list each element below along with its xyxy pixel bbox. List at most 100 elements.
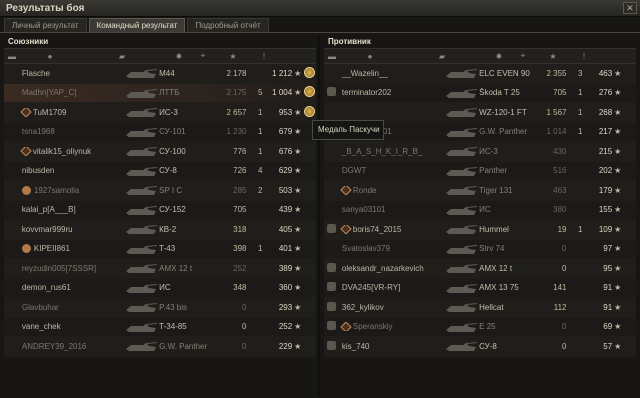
tank-silhouette-icon xyxy=(126,147,158,157)
table-row[interactable]: boris74_2015 Hummel 19 1 109 ★ xyxy=(324,220,636,240)
player-name[interactable]: kis_740 xyxy=(340,342,443,351)
player-name[interactable]: demon_rus61 xyxy=(20,283,123,292)
vehicle-name: ИС-3 xyxy=(159,107,178,117)
table-row[interactable]: demon_rus61 ИС 348 360 ★ xyxy=(4,278,316,298)
tank-silhouette-icon xyxy=(126,303,158,313)
player-name[interactable]: KIPEII861 xyxy=(20,244,123,254)
xp-value: 463 xyxy=(598,68,613,78)
xp-star-icon: ★ xyxy=(294,205,302,215)
player-column-icon[interactable]: ● xyxy=(20,52,80,61)
frags-value: 1 xyxy=(577,107,583,117)
player-name[interactable]: sanya03101 xyxy=(340,205,443,214)
player-name[interactable]: vitalik15_oliynuk xyxy=(20,146,123,156)
medal-cell[interactable] xyxy=(302,105,316,119)
table-row[interactable]: ANDREY39_2016 G.W. Panther 0 229 ★ xyxy=(4,337,316,357)
table-row[interactable]: reyzudin005[7SSSR] AMX 12 t 252 389 ★ xyxy=(4,259,316,279)
table-row[interactable]: TuM1709 ИС-3 2 657 1 953 ★ xyxy=(4,103,316,123)
player-name[interactable]: TuM1709 xyxy=(20,107,123,117)
table-row[interactable]: Ronde Tiger 131 463 179 ★ xyxy=(324,181,636,201)
damage-value: 112 xyxy=(553,302,567,312)
player-column-icon[interactable]: ● xyxy=(340,52,400,61)
medal-icon[interactable] xyxy=(303,105,315,117)
player-name[interactable]: vane_chek xyxy=(20,322,123,331)
table-row[interactable]: terminator202 Škoda T 25 705 1 276 ★ xyxy=(324,83,636,103)
player-name[interactable]: __Wazelin__ xyxy=(340,69,443,78)
table-row[interactable]: Flasche M44 2 178 1 212 ★ xyxy=(4,64,316,84)
player-name[interactable]: reyzudin005[7SSSR] xyxy=(20,264,123,273)
player-name[interactable]: 1927samolia xyxy=(20,185,123,195)
player-name[interactable]: kalai_p[A___B] xyxy=(20,205,123,214)
table-row[interactable]: vane_chek T-34-85 0 252 ★ xyxy=(4,317,316,337)
player-name[interactable]: 362_kylikov xyxy=(340,303,443,312)
player-name[interactable]: nibusden xyxy=(20,166,123,175)
table-row[interactable]: DVA245[VR-RY] AMX 13 75 141 91 ★ xyxy=(324,278,636,298)
player-name[interactable]: Ronde xyxy=(340,185,443,195)
medal-icon[interactable] xyxy=(303,66,315,78)
xp-column-icon[interactable]: ★ xyxy=(532,52,574,61)
vehicle-column-icon[interactable]: ▰ xyxy=(80,52,164,61)
table-row[interactable]: KIPEII861 T-43 398 1 401 ★ xyxy=(4,239,316,259)
table-row[interactable]: 362_kylikov Hellcat 112 91 ★ xyxy=(324,298,636,318)
medal-column-icon[interactable]: ! xyxy=(254,52,274,61)
damage-value: 2 355 xyxy=(546,68,567,78)
tab-personal-result[interactable]: Личный результат xyxy=(4,18,87,32)
table-row[interactable]: 1927samolia SP I C 285 2 503 ★ xyxy=(4,181,316,201)
table-row[interactable]: Svatoslav379 Strv 74 0 97 ★ xyxy=(324,239,636,259)
table-row[interactable]: __Wazelin__ ELC EVEN 90 2 355 3 463 ★ xyxy=(324,64,636,84)
xp-star-icon: ★ xyxy=(614,205,622,215)
table-row[interactable]: Glavbuhar P.43 bis 0 293 ★ xyxy=(4,298,316,318)
player-name[interactable]: oleksandr_nazarkevich xyxy=(340,264,443,273)
medal-icon[interactable] xyxy=(303,86,315,98)
medal-column-icon[interactable]: ! xyxy=(574,52,594,61)
rank-rhomb-icon xyxy=(340,224,352,234)
player-name[interactable]: Madhn[YAP_C] xyxy=(20,88,123,97)
player-name[interactable]: Flasche xyxy=(20,69,123,78)
damage-column-icon[interactable]: ✸ xyxy=(164,52,194,61)
player-name[interactable]: Svatoslav379 xyxy=(340,244,443,253)
damage-column-icon[interactable]: ✸ xyxy=(484,52,514,61)
frags-column-icon[interactable]: ⌖ xyxy=(194,51,212,61)
squad-column-icon[interactable]: ▬ xyxy=(324,52,340,61)
player-name[interactable]: _B_A_S_H_K_I_R_B_ xyxy=(340,147,443,156)
squad-cell xyxy=(324,340,340,352)
xp-column-icon[interactable]: ★ xyxy=(212,52,254,61)
vehicle-image xyxy=(123,66,159,80)
player-name[interactable]: Speranskiy xyxy=(340,322,443,332)
player-name-text: 1927samolia xyxy=(33,185,80,195)
vehicle-column-icon[interactable]: ▰ xyxy=(400,52,484,61)
player-name[interactable]: DGWT xyxy=(340,166,443,175)
tab-team-result[interactable]: Командный результат xyxy=(88,18,186,32)
xp-value: 91 xyxy=(603,302,613,312)
player-name[interactable]: boris74_2015 xyxy=(340,224,443,234)
player-name[interactable]: kovvmar999ru xyxy=(20,225,123,234)
table-row[interactable]: Madhn[YAP_C] ЛТТБ 2 175 5 1 004 ★ xyxy=(4,83,316,103)
table-row[interactable]: tsna1968 СУ-101 1 230 1 679 ★ xyxy=(4,122,316,142)
vehicle-name: ИС xyxy=(479,205,491,215)
tab-detailed-report[interactable]: Подробный отчёт xyxy=(187,18,269,32)
table-row[interactable]: Speranskiy E 25 0 69 ★ xyxy=(324,317,636,337)
squad-column-icon[interactable]: ▬ xyxy=(4,52,20,61)
table-row[interactable]: DGWT Panther 516 202 ★ xyxy=(324,161,636,181)
table-row[interactable]: sanya03101 ИС 380 155 ★ xyxy=(324,200,636,220)
table-row[interactable]: kalai_p[A___B] СУ-152 705 439 ★ xyxy=(4,200,316,220)
table-row[interactable]: _B_A_S_H_K_I_R_B_ ИС-3 430 215 ★ xyxy=(324,142,636,162)
player-name[interactable]: Glavbuhar xyxy=(20,303,123,312)
table-row[interactable]: vitalik15_oliynuk СУ-100 776 1 676 ★ xyxy=(4,142,316,162)
player-name[interactable]: DVA245[VR-RY] xyxy=(340,283,443,292)
rank-rhomb-icon xyxy=(340,185,352,195)
table-row[interactable]: oleksandr_nazarkevich AMX 12 t 0 95 ★ xyxy=(324,259,636,279)
close-icon[interactable]: ✕ xyxy=(623,2,637,14)
medal-cell[interactable] xyxy=(302,66,316,80)
frags-column-icon[interactable]: ⌖ xyxy=(514,51,532,61)
destroyed-skull-icon xyxy=(327,301,337,311)
table-row[interactable]: nibusden СУ-8 726 4 629 ★ xyxy=(4,161,316,181)
xp-star-icon: ★ xyxy=(614,263,622,273)
player-name-text: Glavbuhar xyxy=(21,302,59,312)
tank-silhouette-icon xyxy=(126,205,158,215)
table-row[interactable]: kovvmar999ru КВ-2 318 405 ★ xyxy=(4,220,316,240)
player-name[interactable]: tsna1968 xyxy=(20,127,123,136)
table-row[interactable]: kis_740 СУ-8 0 57 ★ xyxy=(324,337,636,357)
player-name[interactable]: ANDREY39_2016 xyxy=(20,342,123,351)
player-name[interactable]: terminator202 xyxy=(340,88,443,97)
medal-cell[interactable] xyxy=(302,86,316,99)
